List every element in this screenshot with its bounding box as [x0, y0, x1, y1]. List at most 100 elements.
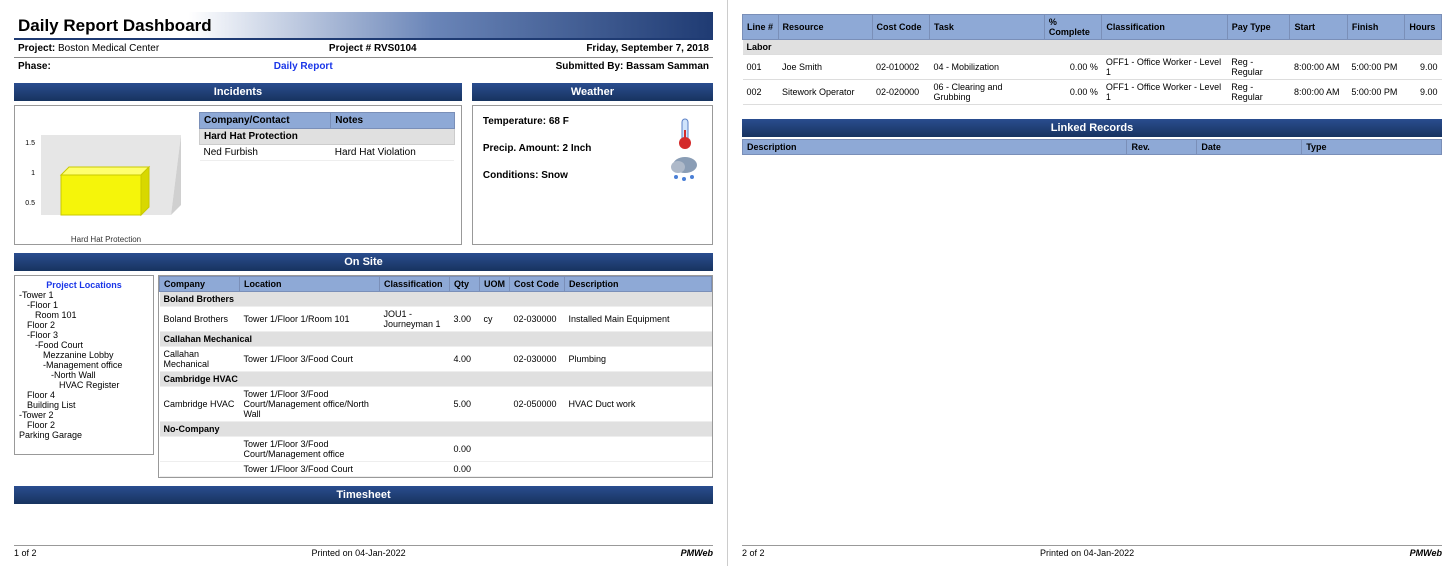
table-row: Cambridge HVACTower 1/Floor 3/Food Court… — [160, 387, 712, 422]
report-page-2: Line # Resource Cost Code Task % Complet… — [728, 0, 1456, 566]
dashboard-title: Daily Report Dashboard — [18, 16, 707, 36]
group-row: No-Company — [160, 422, 712, 437]
timesheet-header: Timesheet — [14, 486, 713, 504]
incidents-table: Company/Contact Notes Hard Hat Protectio… — [199, 112, 455, 161]
page-number: 1 of 2 — [14, 548, 37, 558]
report-date: Friday, September 7, 2018 — [586, 43, 709, 54]
group-row: Callahan Mechanical — [160, 332, 712, 347]
temp-label: Temperature: — [483, 116, 546, 127]
ts-col-finish: Finish — [1347, 15, 1404, 40]
brand-label: PMWeb — [1410, 548, 1442, 558]
info-row-2: Phase: Daily Report Submitted By: Bassam… — [14, 58, 713, 75]
project-locations-tree: Project Locations -Tower 1 -Floor 1 Room… — [14, 275, 154, 455]
project-num-value: RVS0104 — [374, 43, 417, 54]
col-location: Location — [240, 277, 380, 292]
table-row: Callahan MechanicalTower 1/Floor 3/Food … — [160, 347, 712, 372]
ts-col-cost: Cost Code — [872, 15, 929, 40]
table-row: Tower 1/Floor 3/Food Court/Management of… — [160, 437, 712, 462]
tree-node[interactable]: -Tower 1 — [19, 290, 149, 300]
precip-label: Precip. Amount: — [483, 143, 560, 154]
weather-panel: Temperature: 68 F Precip. Amount: 2 Inch… — [472, 105, 713, 245]
temp-value: 68 F — [549, 116, 569, 127]
tree-node[interactable]: -Tower 2 — [19, 410, 149, 420]
thermometer-icon — [668, 116, 702, 150]
ts-col-class: Classification — [1102, 15, 1227, 40]
tree-node[interactable]: Mezzanine Lobby — [43, 350, 149, 360]
group-row: Boland Brothers — [160, 292, 712, 307]
project-value: Boston Medical Center — [58, 43, 159, 54]
ts-col-pct: % Complete — [1044, 15, 1101, 40]
incidents-panel: 1.5 1 0.5 Hard Hat Protection — [14, 105, 462, 245]
incidents-header: Incidents — [14, 83, 462, 101]
report-page-1: Daily Report Dashboard Project: Boston M… — [0, 0, 728, 566]
linked-records-table: Description Rev. Date Type — [742, 139, 1442, 155]
page-footer: 1 of 2 Printed on 04-Jan-2022 PMWeb — [14, 545, 713, 558]
col-cost: Cost Code — [510, 277, 565, 292]
project-num-label: Project # — [329, 43, 371, 54]
tree-node[interactable]: Floor 4 — [27, 390, 149, 400]
title-bar: Daily Report Dashboard — [14, 12, 713, 40]
ytick-0p5: 0.5 — [25, 200, 35, 207]
lr-col-type: Type — [1302, 140, 1442, 155]
ts-col-hours: Hours — [1405, 15, 1442, 40]
tree-node[interactable]: Parking Garage — [19, 430, 149, 440]
table-row: Ned Furbish Hard Hat Violation — [200, 145, 455, 161]
timesheet-table: Line # Resource Cost Code Task % Complet… — [742, 14, 1442, 105]
col-uom: UOM — [480, 277, 510, 292]
ts-col-line: Line # — [743, 15, 779, 40]
onsite-table: Company Location Classification Qty UOM … — [159, 276, 712, 477]
weather-header: Weather — [472, 83, 713, 101]
tree-node[interactable]: HVAC Register — [59, 380, 149, 390]
daily-report-link[interactable]: Daily Report — [274, 61, 333, 72]
incidents-chart: 1.5 1 0.5 Hard Hat Protection — [21, 112, 191, 238]
inc-group: Hard Hat Protection — [200, 129, 455, 145]
submitted-label: Submitted By: — [556, 61, 624, 72]
table-row: 002Sitework Operator02-02000006 - Cleari… — [743, 80, 1442, 105]
col-desc: Description — [565, 277, 712, 292]
lr-col-desc: Description — [743, 140, 1127, 155]
tree-node[interactable]: -Food Court — [35, 340, 149, 350]
tree-node[interactable]: -North Wall — [51, 370, 149, 380]
cloud-rain-icon — [668, 153, 702, 183]
col-company: Company — [160, 277, 240, 292]
ts-group: Labor — [743, 40, 1442, 55]
tree-node[interactable]: -Floor 3 — [27, 330, 149, 340]
table-row: Tower 1/Floor 3/Food Court0.00 — [160, 462, 712, 477]
table-row: 001Joe Smith02-01000204 - Mobilization0.… — [743, 55, 1442, 80]
project-label: Project: — [18, 43, 55, 54]
lr-col-date: Date — [1197, 140, 1302, 155]
tree-title: Project Locations — [19, 280, 149, 290]
tree-node[interactable]: -Floor 1 — [27, 300, 149, 310]
ts-col-task: Task — [930, 15, 1045, 40]
ts-col-start: Start — [1290, 15, 1347, 40]
col-qty: Qty — [450, 277, 480, 292]
ts-col-resource: Resource — [778, 15, 872, 40]
precip-value: 2 Inch — [563, 143, 592, 154]
phase-label: Phase: — [18, 61, 51, 72]
cond-label: Conditions: — [483, 170, 539, 181]
page-footer: 2 of 2 Printed on 04-Jan-2022 PMWeb — [742, 545, 1442, 558]
ts-col-pay: Pay Type — [1227, 15, 1290, 40]
tree-node[interactable]: -Management office — [43, 360, 149, 370]
info-row-1: Project: Boston Medical Center Project #… — [14, 40, 713, 58]
inc-col-notes: Notes — [331, 113, 455, 129]
brand-label: PMWeb — [681, 548, 713, 558]
printed-date: Printed on 04-Jan-2022 — [1040, 548, 1134, 558]
ytick-1p5: 1.5 — [25, 140, 35, 147]
tree-node[interactable]: Building List — [27, 400, 149, 410]
printed-date: Printed on 04-Jan-2022 — [312, 548, 406, 558]
linked-records-header: Linked Records — [742, 119, 1442, 137]
tree-node[interactable]: Floor 2 — [27, 420, 149, 430]
lr-col-rev: Rev. — [1127, 140, 1197, 155]
tree-node[interactable]: Room 101 — [35, 310, 149, 320]
table-row: Boland BrothersTower 1/Floor 1/Room 101J… — [160, 307, 712, 332]
inc-col-company: Company/Contact — [200, 113, 331, 129]
col-class: Classification — [380, 277, 450, 292]
cond-value: Snow — [541, 170, 568, 181]
page-number: 2 of 2 — [742, 548, 765, 558]
group-row: Cambridge HVAC — [160, 372, 712, 387]
submitted-value: Bassam Samman — [626, 61, 709, 72]
tree-node[interactable]: Floor 2 — [27, 320, 149, 330]
ytick-1: 1 — [31, 170, 35, 177]
onsite-header: On Site — [14, 253, 713, 271]
